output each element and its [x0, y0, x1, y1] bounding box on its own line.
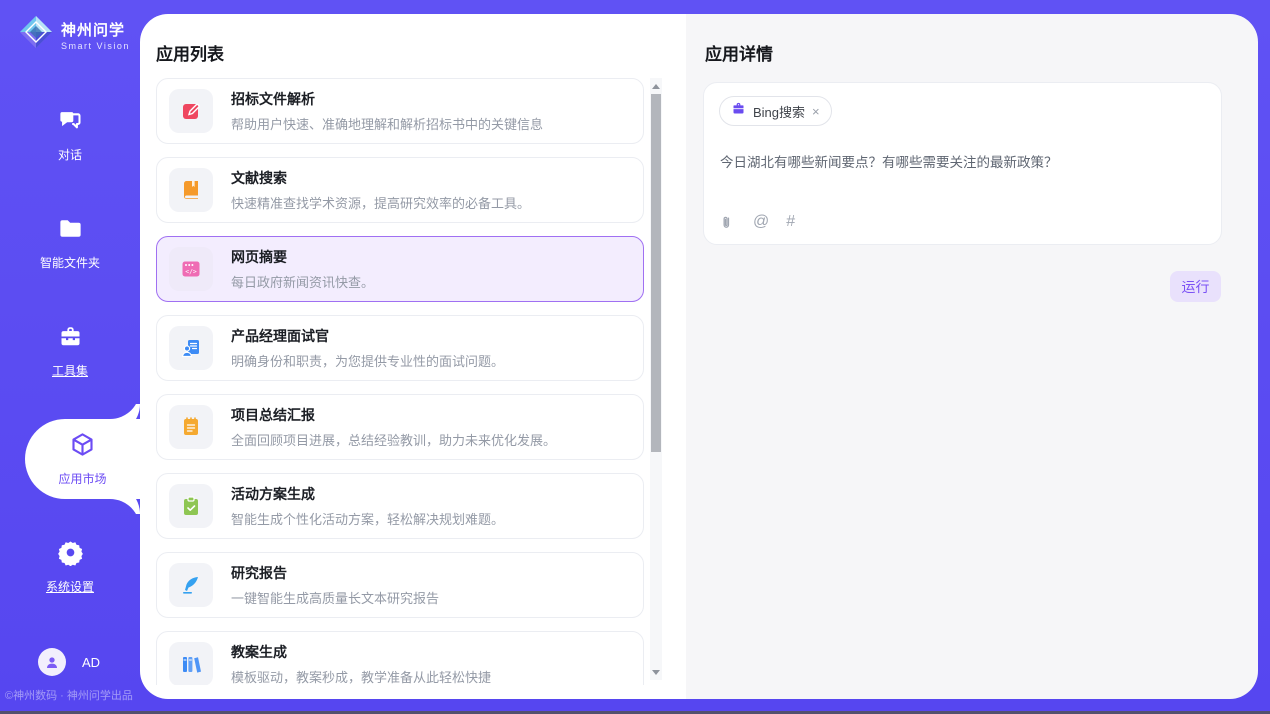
- app-description: 帮助用户快速、准确地理解和解析招标书中的关键信息: [231, 114, 543, 133]
- sidebar-item-label: 智能文件夹: [40, 254, 100, 271]
- gear-icon: [57, 539, 84, 571]
- sidebar-item-4[interactable]: 系统设置: [0, 527, 140, 607]
- app-list-title: 应用列表: [156, 40, 686, 65]
- app-description: 明确身份和职责，为您提供专业性的面试问题。: [231, 351, 504, 370]
- briefcase-icon: [731, 101, 746, 121]
- app-name: 产品经理面试官: [231, 326, 504, 346]
- app-card-3[interactable]: 产品经理面试官明确身份和职责，为您提供专业性的面试问题。: [156, 315, 644, 381]
- list-scrollbar[interactable]: [650, 78, 662, 680]
- app-card-2[interactable]: </> 网页摘要每日政府新闻资讯快查。: [156, 236, 644, 302]
- interview-icon: [169, 326, 213, 370]
- query-text[interactable]: 今日湖北有哪些新闻要点？有哪些需要关注的最新政策？: [720, 151, 1200, 171]
- sidebar-item-label: 应用市场: [58, 470, 106, 487]
- app-name: 项目总结汇报: [231, 405, 556, 425]
- notepad-icon: [169, 405, 213, 449]
- chat-icon: [57, 107, 84, 139]
- attachment-toolbar: @ #: [721, 213, 795, 231]
- app-detail-panel: 应用详情 Bing搜索 × 今日湖北有哪些新闻要点？有哪些需要关注的最新政策？: [686, 14, 1258, 699]
- app-name: 网页摘要: [231, 247, 374, 267]
- hash-icon[interactable]: #: [786, 213, 795, 231]
- at-mention-icon[interactable]: @: [753, 213, 769, 231]
- sidebar-item-label: 系统设置: [46, 578, 94, 595]
- avatar[interactable]: [38, 648, 66, 676]
- books-icon: [169, 642, 213, 685]
- app-description: 全面回顾项目进展，总结经验教训，助力未来优化发展。: [231, 430, 556, 449]
- app-description: 智能生成个性化活动方案，轻松解决规划难题。: [231, 509, 504, 528]
- app-name: 文献搜索: [231, 168, 530, 188]
- user-account[interactable]: AD: [38, 648, 100, 676]
- app-name: 活动方案生成: [231, 484, 504, 504]
- sidebar-item-2[interactable]: 工具集: [0, 311, 140, 391]
- folder-icon: [57, 215, 84, 247]
- app-card-5[interactable]: 活动方案生成智能生成个性化活动方案，轻松解决规划难题。: [156, 473, 644, 539]
- copyright-text: ©神州数码 · 神州问学出品: [5, 687, 133, 703]
- app-detail-title: 应用详情: [705, 40, 1258, 65]
- sidebar-item-1[interactable]: 智能文件夹: [0, 203, 140, 283]
- tool-chip[interactable]: Bing搜索 ×: [719, 96, 832, 126]
- sidebar-nav: 对话智能文件夹工具集应用市场系统设置: [0, 95, 140, 635]
- app-card-6[interactable]: 研究报告一键智能生成高质量长文本研究报告: [156, 552, 644, 618]
- sidebar: 神州问学 Smart Vision 对话智能文件夹工具集应用市场系统设置 AD …: [0, 0, 140, 714]
- clipboard-icon: [169, 484, 213, 528]
- app-list-panel: 应用列表 招标文件解析帮助用户快速、准确地理解和解析招标书中的关键信息文献搜索快…: [140, 14, 686, 699]
- pen-square-icon: [169, 89, 213, 133]
- user-initials: AD: [82, 655, 100, 670]
- content-frame: 应用列表 招标文件解析帮助用户快速、准确地理解和解析招标书中的关键信息文献搜索快…: [140, 14, 1258, 699]
- app-list: 招标文件解析帮助用户快速、准确地理解和解析招标书中的关键信息文献搜索快速精准查找…: [156, 78, 648, 685]
- prompt-card: Bing搜索 × 今日湖北有哪些新闻要点？有哪些需要关注的最新政策？ @ #: [703, 82, 1222, 245]
- sidebar-item-label: 工具集: [52, 362, 88, 379]
- app-card-1[interactable]: 文献搜索快速精准查找学术资源，提高研究效率的必备工具。: [156, 157, 644, 223]
- cube-icon: [69, 431, 96, 463]
- scroll-up-arrow-icon[interactable]: [650, 80, 662, 92]
- sidebar-item-label: 对话: [58, 146, 82, 163]
- app-name: 教案生成: [231, 642, 491, 662]
- chip-close-icon[interactable]: ×: [812, 105, 820, 118]
- brand-logo: 神州问学 Smart Vision: [18, 14, 130, 55]
- sidebar-item-3[interactable]: 应用市场: [25, 419, 140, 499]
- app-name: 招标文件解析: [231, 89, 543, 109]
- book-icon: [169, 168, 213, 212]
- brand-tagline: Smart Vision: [61, 41, 130, 51]
- app-card-4[interactable]: 项目总结汇报全面回顾项目进展，总结经验教训，助力未来优化发展。: [156, 394, 644, 460]
- browser-icon: </>: [169, 247, 213, 291]
- paperclip-icon[interactable]: [721, 215, 736, 230]
- sidebar-item-0[interactable]: 对话: [0, 95, 140, 175]
- scroll-down-arrow-icon[interactable]: [650, 666, 662, 678]
- tool-chip-label: Bing搜索: [753, 102, 805, 121]
- app-description: 一键智能生成高质量长文本研究报告: [231, 588, 439, 607]
- app-description: 快速精准查找学术资源，提高研究效率的必备工具。: [231, 193, 530, 212]
- app-card-0[interactable]: 招标文件解析帮助用户快速、准确地理解和解析招标书中的关键信息: [156, 78, 644, 144]
- scrollbar-thumb[interactable]: [651, 94, 661, 452]
- app-card-7[interactable]: 教案生成模板驱动，教案秒成，教学准备从此轻松快捷: [156, 631, 644, 685]
- app-description: 模板驱动，教案秒成，教学准备从此轻松快捷: [231, 667, 491, 685]
- brand-name: 神州问学: [61, 19, 130, 40]
- quill-icon: [169, 563, 213, 607]
- toolbox-icon: [57, 323, 84, 355]
- run-button[interactable]: 运行: [1170, 271, 1221, 302]
- app-name: 研究报告: [231, 563, 439, 583]
- diamond-logo-icon: [18, 14, 54, 55]
- app-description: 每日政府新闻资讯快查。: [231, 272, 374, 291]
- svg-text:</>: </>: [185, 268, 197, 276]
